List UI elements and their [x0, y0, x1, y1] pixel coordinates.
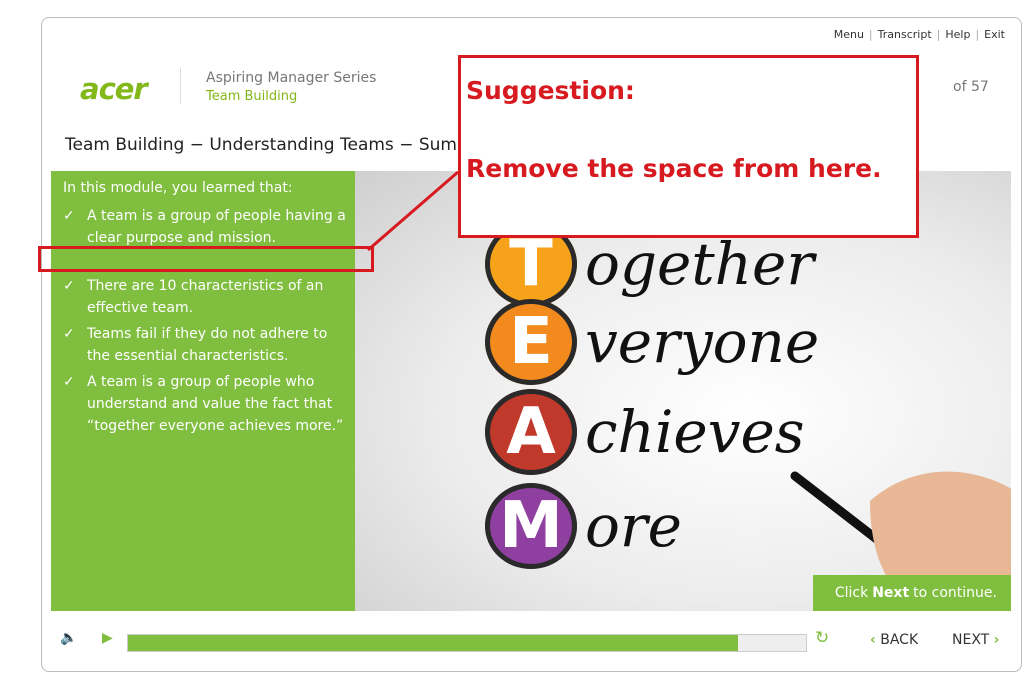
back-button[interactable]: ‹ BACK	[870, 632, 918, 648]
list-item: ✓ A team is a group of people who underst…	[63, 371, 348, 437]
progress-fill	[128, 635, 739, 651]
list-item: ✓ A team is a group of people having a cl…	[63, 205, 348, 249]
letter-circle: E	[485, 299, 577, 385]
summary-list: ✓ A team is a group of people having a cl…	[63, 205, 348, 441]
acer-logo: acer	[80, 72, 148, 106]
slide-title: Team Building − Understanding Teams − Su…	[65, 135, 474, 155]
player-controls: 🔈 ▶ ↻ ‹ BACK NEXT ›	[42, 618, 1021, 658]
play-icon[interactable]: ▶	[102, 630, 113, 646]
letter-circle: A	[485, 389, 577, 475]
progress-bar[interactable]	[127, 634, 807, 652]
top-navigation: Menu | Transcript | Help | Exit	[833, 28, 1005, 41]
acronym-word: ogether	[585, 230, 815, 298]
list-item: ✓ Teams fail if they do not adhere to the…	[63, 323, 348, 367]
course-title: Team Building	[206, 89, 298, 104]
callout-body: Remove the space from here.	[466, 154, 882, 183]
annotation-highlight-box	[38, 246, 374, 272]
page-counter: of 57	[953, 79, 989, 95]
suggestion-callout: Suggestion: Remove the space from here.	[458, 55, 919, 238]
logo-divider	[180, 68, 181, 104]
volume-icon[interactable]: 🔈	[60, 630, 77, 646]
acronym-row-e: E veryone	[485, 299, 819, 385]
check-icon: ✓	[63, 208, 75, 224]
exit-link[interactable]: Exit	[984, 28, 1005, 41]
replay-icon[interactable]: ↻	[815, 628, 829, 648]
help-link[interactable]: Help	[945, 28, 970, 41]
list-item: ✓ There are 10 characteristics of an effe…	[63, 275, 348, 319]
check-icon: ✓	[63, 278, 75, 294]
check-icon: ✓	[63, 326, 75, 342]
summary-panel: In this module, you learned that: ✓ A tea…	[51, 171, 355, 611]
acronym-row-m: M ore	[485, 483, 682, 569]
continue-prompt: Click Next to continue.	[812, 575, 1011, 611]
transcript-link[interactable]: Transcript	[878, 28, 932, 41]
callout-heading: Suggestion:	[466, 76, 635, 105]
acronym-word: ore	[585, 492, 682, 560]
menu-link[interactable]: Menu	[834, 28, 864, 41]
series-title: Aspiring Manager Series	[206, 70, 377, 86]
next-button[interactable]: NEXT ›	[952, 632, 999, 648]
acronym-word: chieves	[585, 398, 805, 466]
letter-circle: M	[485, 483, 577, 569]
summary-intro: In this module, you learned that:	[63, 180, 293, 196]
acronym-row-a: A chieves	[485, 389, 805, 475]
acronym-word: veryone	[585, 308, 820, 376]
check-icon: ✓	[63, 374, 75, 390]
